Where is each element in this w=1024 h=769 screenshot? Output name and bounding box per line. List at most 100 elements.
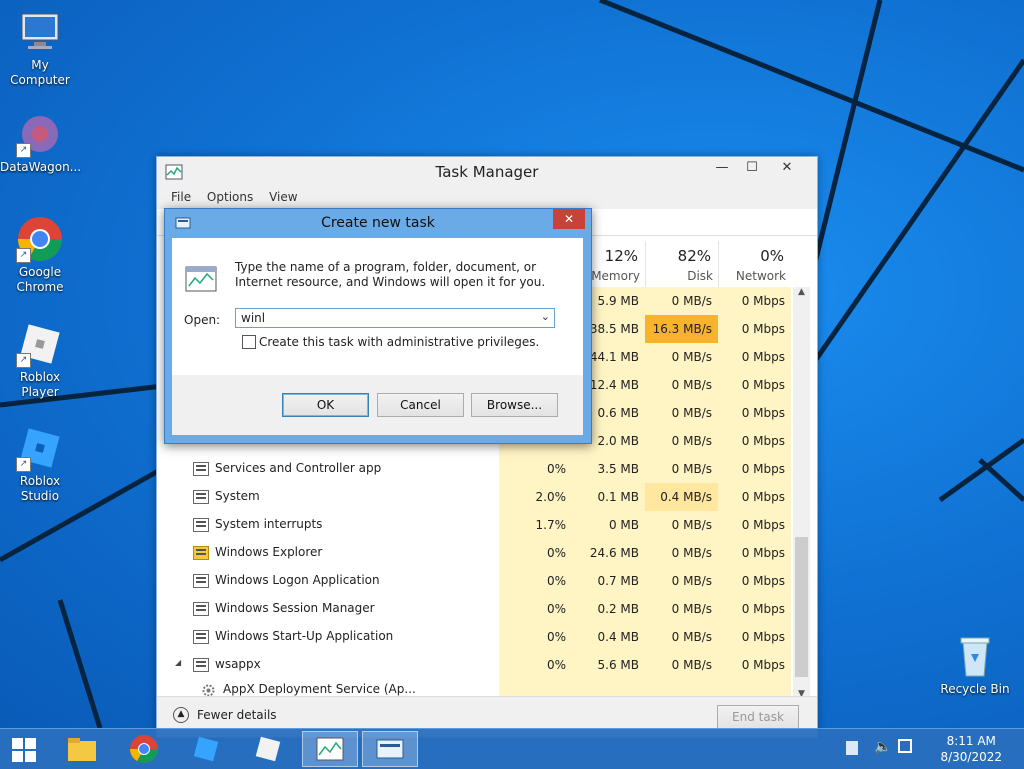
desktop-icon-my-computer[interactable]: My Computer (0, 8, 80, 88)
action-center-icon[interactable] (846, 741, 858, 755)
desktop-icon-recycle-bin[interactable]: Recycle Bin (935, 632, 1015, 697)
run-icon (376, 739, 404, 759)
process-icon (193, 574, 209, 588)
network-cell: 0 Mbps (718, 595, 791, 623)
minimize-button[interactable]: — (707, 157, 737, 179)
roblox-studio-icon: ↗ (16, 424, 64, 472)
process-name: System (215, 489, 260, 503)
network-cell: 0 Mbps (718, 623, 791, 651)
roblox-studio-icon (193, 736, 219, 762)
cpu-cell: 0% (499, 567, 572, 595)
title-bar[interactable]: Task Manager — ☐ ✕ (157, 157, 817, 187)
desktop-icon-label: Google Chrome (16, 265, 64, 294)
table-row[interactable]: System interrupts 1.7% 0 MB 0 MB/s 0 Mbps (157, 511, 793, 539)
roblox-player-icon (255, 736, 281, 762)
vertical-scrollbar[interactable]: ▲ ▼ (793, 287, 810, 699)
open-label: Open: (184, 313, 221, 327)
dialog-title: Create new task (321, 215, 435, 231)
desktop-icon-roblox-player[interactable]: ↗ Roblox Player (0, 320, 80, 400)
memory-cell: 0.2 MB (572, 595, 645, 623)
process-name: Windows Logon Application (215, 573, 380, 587)
desktop-icon-label: DataWagon... (0, 160, 82, 174)
dialog-title-bar[interactable]: Create new task ✕ (165, 209, 591, 237)
network-cell: 0 Mbps (718, 315, 791, 343)
desktop-icon-chrome[interactable]: ↗ Google Chrome (0, 215, 80, 295)
memory-cell: 5.6 MB (572, 651, 645, 679)
open-combobox[interactable]: winl ⌄ (235, 308, 555, 328)
maximize-button[interactable]: ☐ (737, 157, 767, 179)
memory-cell: 0.7 MB (572, 567, 645, 595)
process-name: Services and Controller app (215, 461, 382, 475)
scroll-thumb[interactable] (795, 537, 808, 677)
open-input[interactable]: winl (241, 311, 265, 325)
process-icon (193, 658, 209, 672)
admin-checkbox[interactable] (242, 335, 256, 349)
cancel-button[interactable]: Cancel (377, 393, 464, 417)
disk-cell: 0 MB/s (645, 595, 718, 623)
folder-icon (193, 546, 209, 560)
close-button[interactable]: ✕ (772, 157, 802, 179)
table-row[interactable]: Services and Controller app 0% 3.5 MB 0 MB/… (157, 455, 793, 483)
table-row[interactable]: Windows Start-Up Application 0% 0.4 MB 0 MB… (157, 623, 793, 651)
end-task-button[interactable]: End task (717, 705, 799, 729)
expand-arrow-icon[interactable]: ◢ (175, 658, 181, 667)
process-name: Windows Start-Up Application (215, 629, 394, 643)
desktop-icon-roblox-studio[interactable]: ↗ Roblox Studio (0, 424, 80, 504)
network-label: Network (735, 269, 786, 283)
taskbar-roblox-studio[interactable] (178, 731, 234, 767)
taskbar-file-explorer[interactable] (54, 731, 110, 767)
computer-icon (16, 8, 64, 56)
network-cell: 0 Mbps (718, 539, 791, 567)
chrome-icon: ↗ (16, 215, 64, 263)
disk-cell: 0 MB/s (645, 623, 718, 651)
disk-cell: 16.3 MB/s (645, 315, 718, 343)
table-row[interactable]: System 2.0% 0.1 MB 0.4 MB/s 0 Mbps (157, 483, 793, 511)
menu-options[interactable]: Options (201, 187, 259, 204)
cpu-cell: 0% (499, 623, 572, 651)
table-row[interactable]: ◢ wsappx 0% 5.6 MB 0 MB/s 0 Mbps (157, 651, 793, 679)
clock[interactable]: 8:11 AM 8/30/2022 (940, 733, 1002, 765)
cpu-cell: 1.7% (499, 511, 572, 539)
chevron-down-icon[interactable]: ⌄ (541, 310, 550, 323)
table-row[interactable]: Windows Logon Application 0% 0.7 MB 0 MB/s 0… (157, 567, 793, 595)
menu-bar: File Options View (157, 187, 817, 209)
taskbar: 🔈 8:11 AM 8/30/2022 (0, 728, 1024, 769)
desktop-icon-label: Recycle Bin (940, 682, 1010, 696)
create-new-task-dialog: Create new task ✕ Type the name of a pro… (164, 208, 592, 444)
process-name: Windows Explorer (215, 545, 323, 559)
process-name: wsappx (215, 657, 261, 671)
cpu-cell: 0% (499, 651, 572, 679)
memory-cell: 24.6 MB (572, 539, 645, 567)
disk-cell: 0 MB/s (645, 399, 718, 427)
ok-button[interactable]: OK (282, 393, 369, 417)
memory-cell: 0.4 MB (572, 623, 645, 651)
column-header-disk[interactable]: 82% Disk (645, 241, 719, 287)
cpu-cell: 0% (499, 455, 572, 483)
dialog-description: Type the name of a program, folder, docu… (235, 260, 546, 289)
browse-button[interactable]: Browse... (471, 393, 558, 417)
taskbar-chrome[interactable] (116, 731, 172, 767)
table-row[interactable]: Windows Explorer 0% 24.6 MB 0 MB/s 0 Mbps (157, 539, 793, 567)
disk-percent: 82% (677, 247, 711, 265)
taskbar-roblox-player[interactable] (240, 731, 296, 767)
dialog-close-button[interactable]: ✕ (553, 209, 585, 229)
clock-time: 8:11 AM (946, 734, 996, 748)
chevron-up-icon[interactable]: ▲ (173, 707, 189, 723)
scroll-up-icon[interactable]: ▲ (793, 287, 810, 297)
menu-file[interactable]: File (165, 187, 197, 204)
taskbar-run-dialog[interactable] (362, 731, 418, 767)
taskbar-task-manager[interactable] (302, 731, 358, 767)
column-header-network[interactable]: 0% Network (718, 241, 792, 287)
start-button[interactable] (0, 731, 48, 767)
menu-view[interactable]: View (263, 187, 303, 204)
shortcut-arrow-icon: ↗ (16, 457, 31, 472)
disk-cell: 0 MB/s (645, 427, 718, 455)
volume-muted-icon[interactable]: 🔈 (874, 739, 891, 755)
desktop-icon-datawagon[interactable]: ↗ DataWagon... (0, 110, 82, 175)
table-row[interactable]: Windows Session Manager 0% 0.2 MB 0 MB/s 0 M… (157, 595, 793, 623)
network-icon[interactable] (898, 739, 912, 753)
fewer-details-link[interactable]: Fewer details (197, 708, 277, 722)
process-name: System interrupts (215, 517, 323, 531)
admin-checkbox-label: Create this task with administrative pri… (259, 335, 540, 349)
memory-cell: 0.1 MB (572, 483, 645, 511)
